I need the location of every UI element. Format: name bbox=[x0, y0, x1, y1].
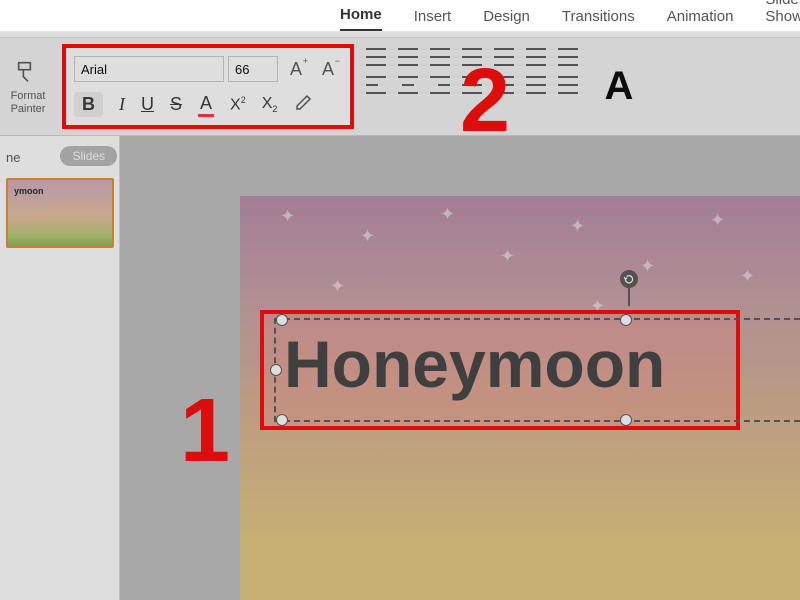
decrease-font-icon[interactable]: A bbox=[314, 56, 342, 82]
format-painter-label: Format Painter bbox=[4, 90, 52, 114]
bold-button[interactable]: B bbox=[74, 92, 103, 117]
text-direction-button[interactable] bbox=[558, 48, 578, 66]
italic-button[interactable]: I bbox=[119, 94, 125, 115]
tab-design[interactable]: Design bbox=[483, 8, 530, 31]
align-left-button[interactable] bbox=[366, 76, 386, 94]
font-size-input[interactable] bbox=[228, 56, 278, 82]
annotation-number-1: 1 bbox=[180, 380, 230, 483]
text-styles-button[interactable]: A bbox=[584, 38, 654, 135]
ribbon-tabs: Home Insert Design Transitions Animation… bbox=[0, 0, 800, 32]
resize-handle-bl[interactable] bbox=[276, 414, 288, 426]
annotation-number-2: 2 bbox=[460, 50, 510, 153]
bullets-button[interactable] bbox=[366, 48, 386, 66]
underline-button[interactable]: U bbox=[141, 94, 154, 115]
font-color-button[interactable]: A bbox=[198, 93, 214, 117]
rotate-handle[interactable] bbox=[620, 270, 638, 288]
align-center-button[interactable] bbox=[398, 76, 418, 94]
slides-tab[interactable]: Slides bbox=[60, 146, 117, 166]
columns-button[interactable] bbox=[526, 76, 546, 94]
format-painter-button[interactable]: Format Painter bbox=[0, 38, 56, 135]
ribbon: Format Painter A A B I U S A X2 X2 bbox=[0, 38, 800, 136]
tab-animation[interactable]: Animation bbox=[667, 8, 734, 31]
decrease-indent-button[interactable] bbox=[430, 48, 450, 66]
title-textbox[interactable]: Honeymoon bbox=[260, 310, 740, 430]
superscript-button[interactable]: X2 bbox=[230, 95, 246, 114]
font-panel: A A B I U S A X2 X2 bbox=[62, 44, 354, 129]
increase-font-icon[interactable]: A bbox=[282, 56, 310, 82]
slide-thumbnail-1[interactable]: ymoon bbox=[6, 178, 114, 248]
tab-insert[interactable]: Insert bbox=[414, 8, 452, 31]
resize-handle-ml[interactable] bbox=[270, 364, 282, 376]
outline-tab[interactable]: ne bbox=[6, 150, 20, 165]
tab-transitions[interactable]: Transitions bbox=[562, 8, 635, 31]
font-name-input[interactable] bbox=[74, 56, 224, 82]
tab-slideshow[interactable]: Slide Show bbox=[765, 0, 800, 31]
clear-format-button[interactable] bbox=[293, 92, 313, 117]
resize-handle-tl[interactable] bbox=[276, 314, 288, 326]
slides-pane: ne Slides ymoon bbox=[0, 136, 120, 600]
tab-home[interactable]: Home bbox=[340, 6, 382, 31]
resize-handle-bm[interactable] bbox=[620, 414, 632, 426]
resize-handle-tm[interactable] bbox=[620, 314, 632, 326]
spacing-button[interactable] bbox=[558, 76, 578, 94]
subscript-button[interactable]: X2 bbox=[262, 95, 278, 114]
numbering-button[interactable] bbox=[398, 48, 418, 66]
align-right-button[interactable] bbox=[430, 76, 450, 94]
thumb-title: ymoon bbox=[14, 186, 44, 196]
align-button[interactable] bbox=[526, 48, 546, 66]
strikethrough-button[interactable]: S bbox=[170, 94, 182, 115]
title-text[interactable]: Honeymoon bbox=[284, 326, 665, 402]
